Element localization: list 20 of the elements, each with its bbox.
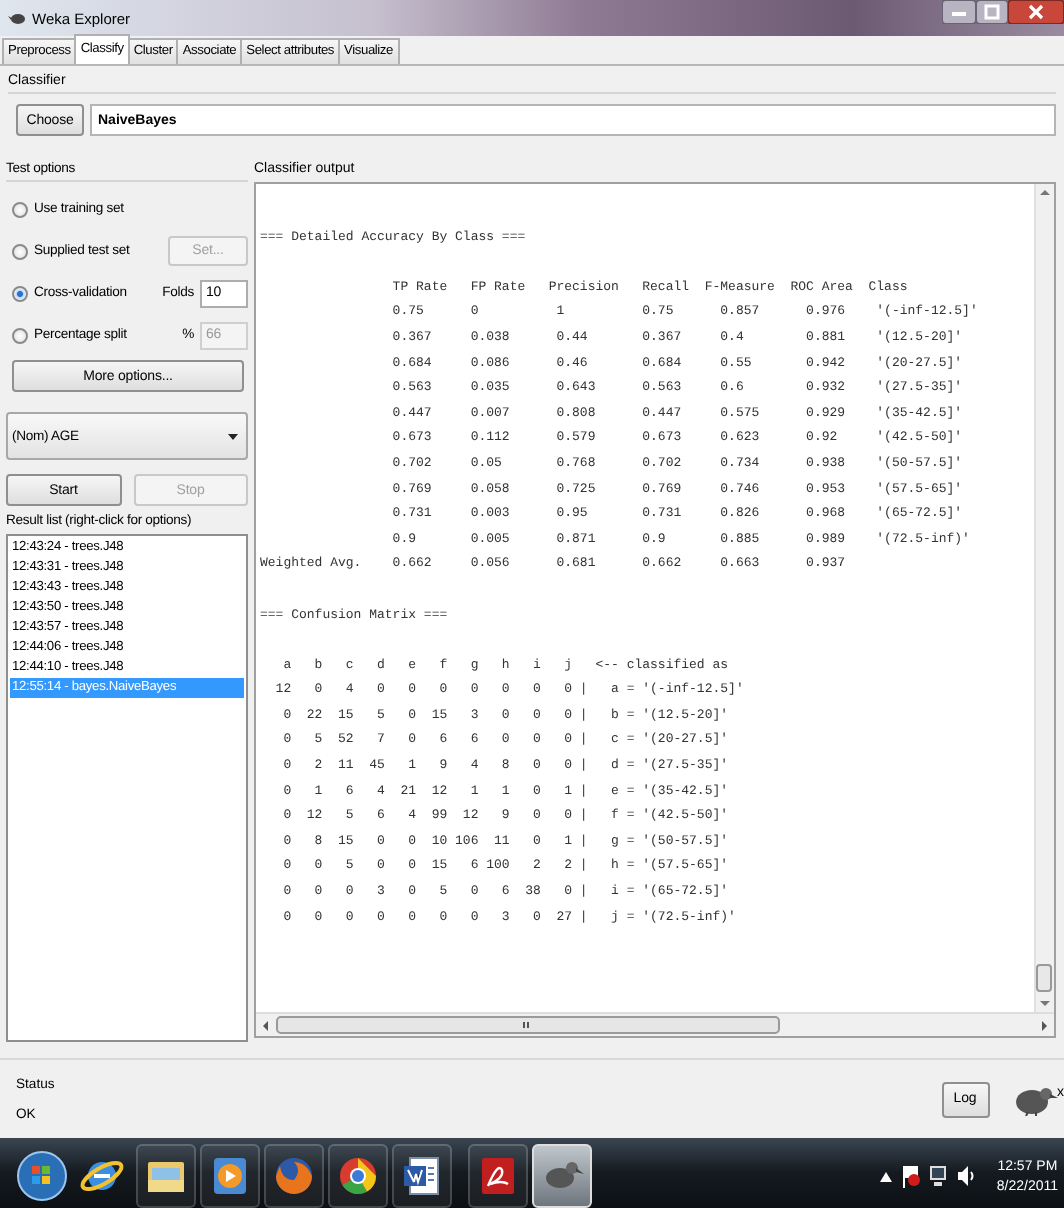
- caret-icon: [228, 433, 238, 439]
- scroll-right-icon[interactable]: [1038, 1017, 1050, 1033]
- speaker-icon[interactable]: [956, 1164, 977, 1188]
- radio-button[interactable]: [12, 201, 28, 217]
- scroll-left-icon[interactable]: [260, 1017, 272, 1033]
- bird-icon: [8, 10, 26, 26]
- close-icon[interactable]: [1008, 0, 1064, 24]
- radio-button[interactable]: [12, 285, 28, 301]
- scroll-down-icon[interactable]: [1036, 996, 1054, 1012]
- flag-icon[interactable]: [900, 1164, 921, 1188]
- minimize-icon[interactable]: [942, 0, 976, 24]
- start-button[interactable]: [16, 1150, 68, 1202]
- scrollbar-thumb[interactable]: [1036, 964, 1052, 992]
- radio-button[interactable]: [12, 327, 28, 343]
- scrollbar-thumb[interactable]: [276, 1016, 780, 1034]
- maximize-icon[interactable]: [976, 0, 1008, 24]
- scroll-up-icon[interactable]: [1036, 184, 1054, 200]
- caret-icon[interactable]: [880, 1171, 893, 1181]
- network-icon[interactable]: [928, 1164, 949, 1188]
- radio-button[interactable]: [12, 243, 28, 259]
